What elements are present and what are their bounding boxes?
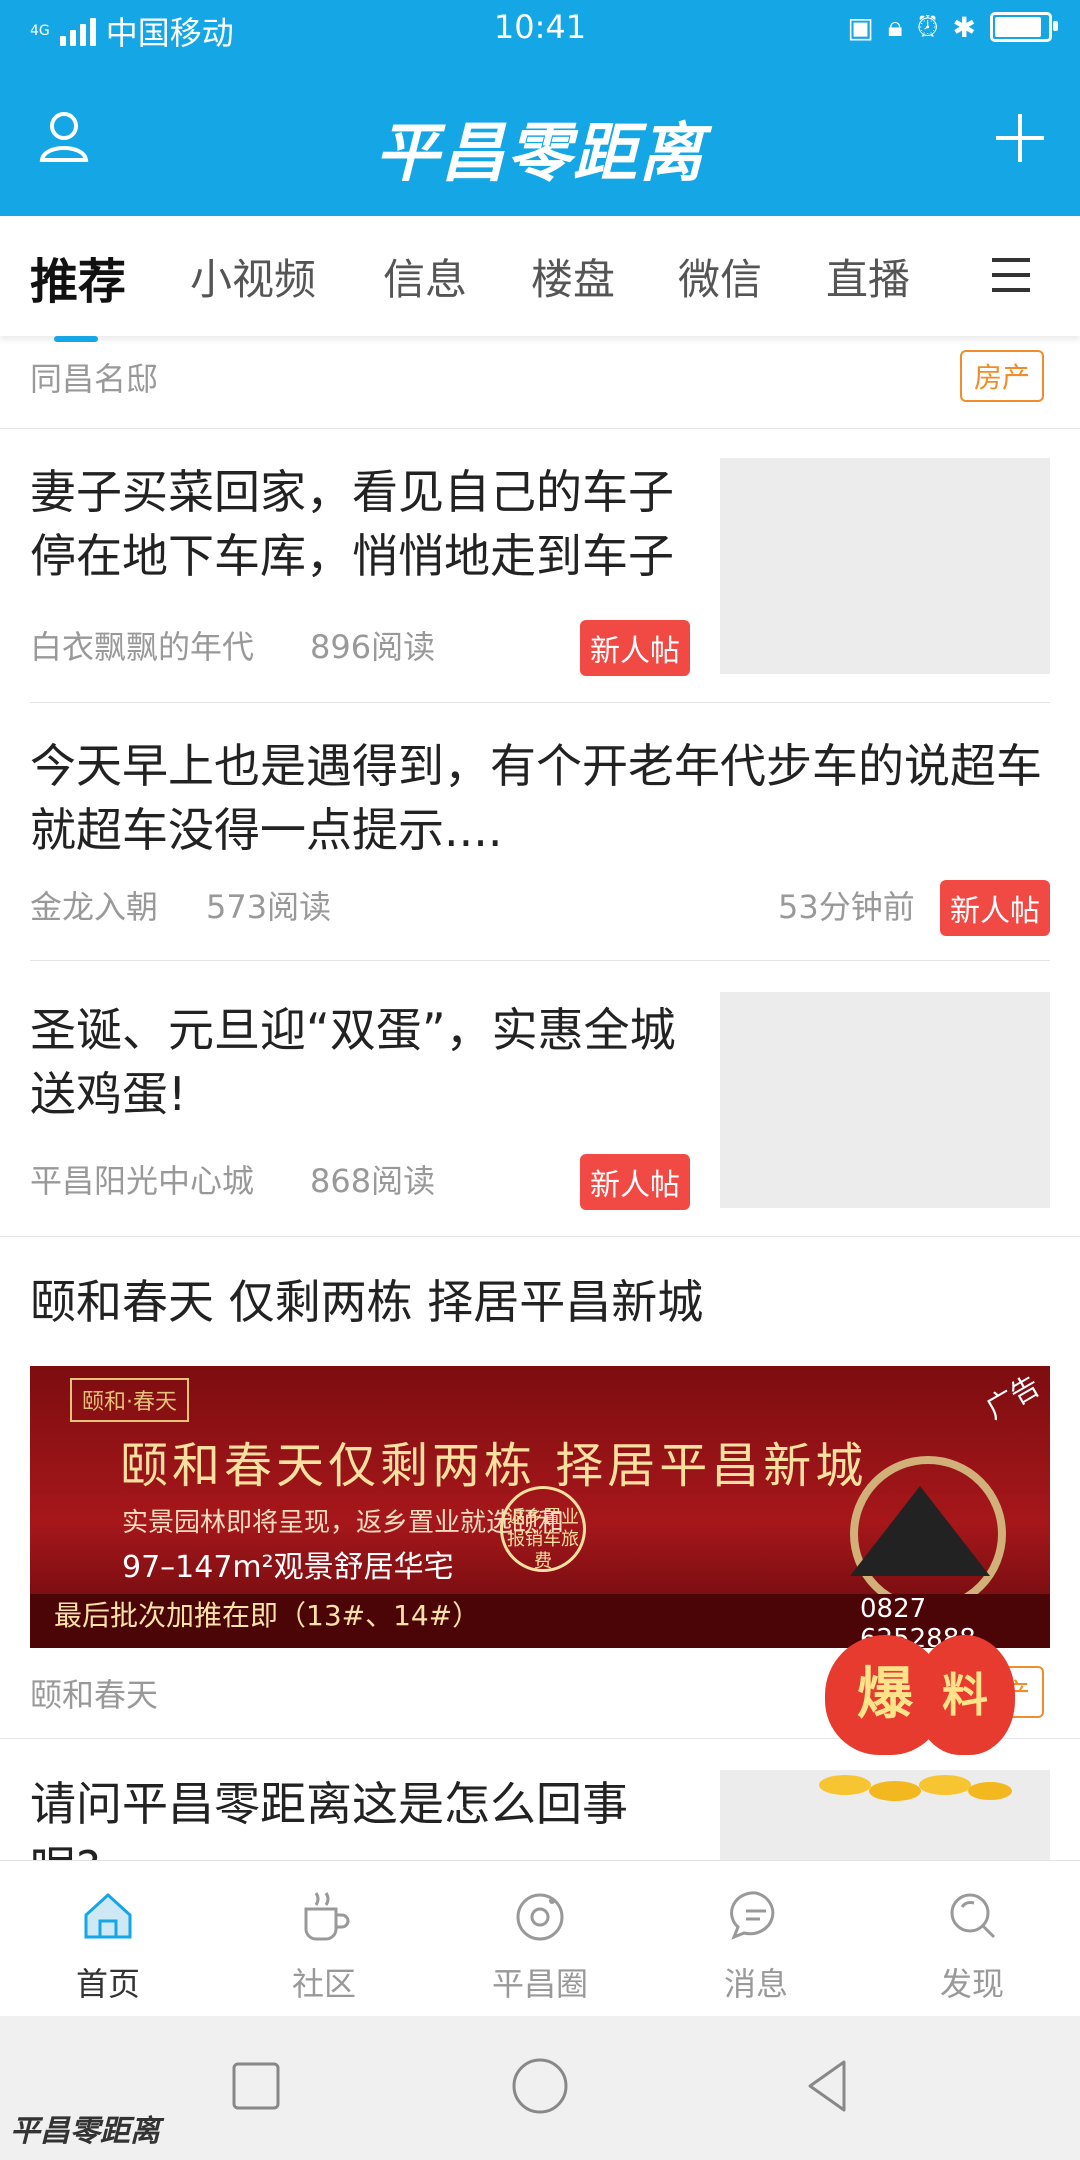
property-badge: 房产: [960, 350, 1045, 402]
message-icon: [730, 1891, 775, 1940]
ad-stamp: 返乡置业 报销车旅费: [500, 1486, 586, 1572]
recent-apps-icon[interactable]: [224, 2054, 288, 2118]
coffee-icon: [304, 1892, 350, 1941]
ad-line2: 97–147m²观景舒居华宅: [122, 1550, 454, 1585]
nav-label: 首页: [75, 1965, 140, 2003]
tab-recommend[interactable]: 推荐: [30, 242, 127, 342]
tab-wechat[interactable]: 微信: [678, 246, 762, 307]
menu-icon[interactable]: [990, 254, 1032, 296]
item-author: 白衣飘飘的年代: [30, 628, 255, 666]
item-time: 53分钟前: [778, 888, 915, 926]
bluetooth-icon: ✱: [952, 10, 976, 44]
back-icon[interactable]: [796, 2054, 860, 2118]
item-author: 金龙入朝: [30, 888, 159, 926]
system-nav-bar: 平昌零距离: [0, 2016, 1080, 2160]
new-post-badge: 新人帖: [580, 620, 690, 676]
watermark: 平昌零距离: [10, 2114, 160, 2149]
coins-icon: [819, 1775, 1012, 1801]
home-icon: [84, 1892, 132, 1939]
nav-messages[interactable]: 消息: [686, 1885, 826, 2005]
notification-icon: ▣: [847, 10, 874, 44]
battery-icon: [990, 12, 1058, 42]
tab-live[interactable]: 直播: [826, 246, 910, 307]
ad-label: 广告: [980, 1369, 1046, 1426]
nav-label: 平昌圈: [491, 1965, 588, 2003]
lock-icon: 🔒︎: [887, 10, 903, 43]
top-bar: 4G 中国移动 10:41 ▣ 🔒︎ ⏰︎ ✱ 平昌零距离: [0, 0, 1080, 216]
divider: [0, 428, 1080, 429]
item-thumbnail: [720, 992, 1050, 1208]
divider: [0, 1236, 1080, 1237]
ad-line1: 实景园林即将呈现，返乡置业就选颐和: [122, 1508, 565, 1538]
nav-label: 社区: [291, 1965, 356, 2003]
item-thumbnail: [720, 458, 1050, 674]
app-logo: 平昌零距离: [375, 117, 705, 191]
ad-brand: 颐和·春天: [70, 1378, 189, 1422]
status-bar: 4G 中国移动 10:41 ▣ 🔒︎ ⏰︎ ✱: [0, 0, 1080, 56]
nav-discover[interactable]: 发现: [902, 1885, 1042, 2005]
item-title: 请问平昌零距离这是怎么回事呢?: [30, 1777, 628, 1860]
category-tabs: 推荐 小视频 信息 楼盘 微信 直播: [0, 216, 1080, 342]
baoliao-float-button[interactable]: 爆 料: [815, 1595, 1015, 1815]
item-reads: 896阅读: [310, 628, 436, 666]
status-right: ▣ 🔒︎ ⏰︎ ✱: [847, 10, 1058, 44]
new-post-badge: 新人帖: [580, 1154, 690, 1210]
tab-label: 推荐: [30, 254, 127, 310]
baoliao-label-b: 料: [915, 1635, 1015, 1755]
item-title: 妻子买菜回家，看见自己的车子停在地下车库，悄悄地走到车子: [30, 465, 674, 583]
nav-pingchang-circle[interactable]: 平昌圈: [470, 1885, 610, 2005]
item-author: 平昌阳光中心城: [30, 1162, 255, 1200]
ad-mountain-graphic: [850, 1486, 990, 1576]
item-title: 今天早上也是遇得到，有个开老年代步车的说超车就超车没得一点提示....: [30, 739, 1042, 857]
item-title: 颐和春天 仅剩两栋 择居平昌新城: [30, 1275, 704, 1329]
item-title: 圣诞、元旦迎“双蛋”，实惠全城送鸡蛋!: [30, 1003, 676, 1121]
item-author: 颐和春天: [30, 1676, 159, 1714]
tab-short-video[interactable]: 小视频: [190, 246, 316, 307]
new-post-badge: 新人帖: [940, 880, 1050, 936]
bottom-nav: 首页 社区 平昌圈 消息 发现: [0, 1860, 1080, 2017]
nav-home[interactable]: 首页: [38, 1885, 178, 2005]
item-reads: 573阅读: [206, 888, 332, 926]
ad-bottom-text: 最后批次加推在即（13#、14#）: [54, 1599, 481, 1632]
nav-label: 消息: [723, 1965, 788, 2003]
nav-community[interactable]: 社区: [254, 1885, 394, 2005]
item-author: 同昌名邸: [30, 360, 159, 398]
tab-info[interactable]: 信息: [383, 246, 467, 307]
ad-headline: 颐和春天仅剩两栋 择居平昌新城: [120, 1438, 868, 1494]
divider: [30, 702, 1050, 703]
tab-property[interactable]: 楼盘: [531, 246, 615, 307]
divider: [30, 960, 1050, 961]
nav-label: 发现: [939, 1965, 1004, 2003]
alarm-icon: ⏰︎: [916, 10, 939, 43]
item-reads: 868阅读: [310, 1162, 436, 1200]
home-button-icon[interactable]: [508, 2054, 572, 2118]
discover-icon: [950, 1893, 996, 1939]
add-icon[interactable]: [992, 110, 1048, 166]
circle-icon: [516, 1893, 564, 1941]
app-bar: 平昌零距离: [0, 56, 1080, 216]
